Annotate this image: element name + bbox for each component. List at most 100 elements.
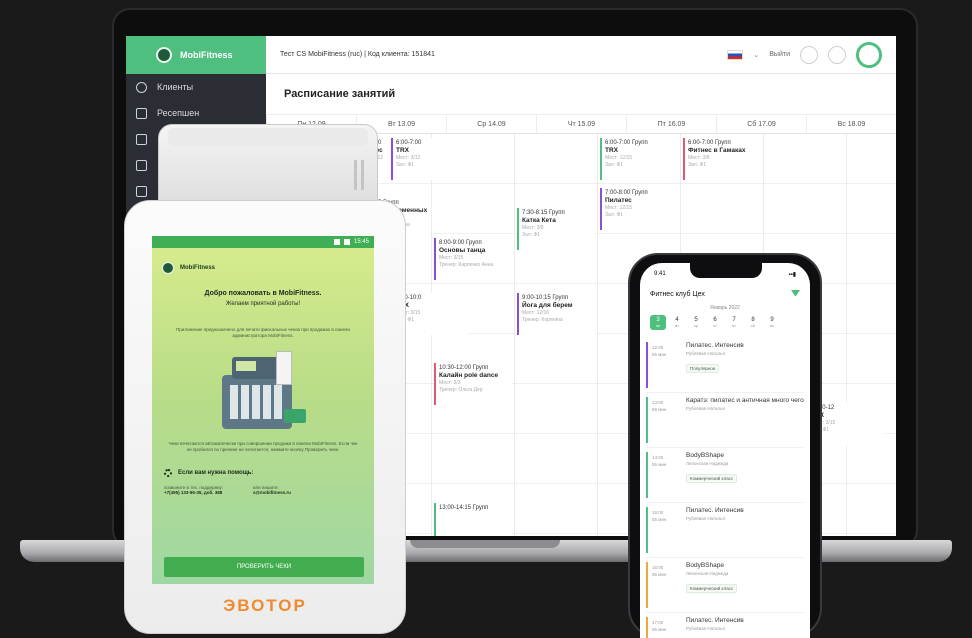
class-time-block: 17:00 55 мин: [652, 613, 686, 638]
date-chip[interactable]: 6 чт: [707, 315, 723, 330]
laptop-notch: [410, 540, 560, 548]
welcome-title: Добро пожаловать в MobiFitness.: [204, 290, 322, 297]
terminal-time: 15:45: [353, 239, 369, 245]
event-detail: Зал: Ф1: [688, 162, 707, 168]
schedule-event[interactable]: 6:00-7:00 Групп TRX Мест: 12/15 Зал: Ф1: [600, 138, 678, 180]
schedule-event[interactable]: 10:30-12:00 Групп Калайн pole dance Мест: …: [434, 363, 512, 405]
event-detail: Зал: Ф1: [522, 232, 541, 238]
filter-icon[interactable]: [791, 290, 800, 299]
class-name: BodyBShape: [686, 562, 724, 569]
class-item[interactable]: 15:00 55 мин Пилатес. Интенсив Рублёвая Нат…: [646, 503, 804, 558]
support-email[interactable]: или пишите: s@mobifitness.ru: [253, 485, 291, 495]
event-detail: Тренер: Ольга Дер: [439, 387, 483, 393]
day-header[interactable]: Ср 14.09: [446, 115, 536, 133]
class-name: Пилатес. Интенсив: [686, 342, 744, 349]
event-name: Йога для берем: [522, 302, 573, 309]
schedule-event[interactable]: 6:00-7:00 Групп Фитнес в Гамаках Мест: 3/8…: [683, 138, 761, 180]
event-seats: Мест: 3/12: [396, 155, 421, 161]
phone-notch: [690, 262, 762, 278]
date-weekday: вт: [675, 323, 679, 328]
schedule-event[interactable]: 7:30-8:15 Групп Катка Кета Мест: 3/8 Зал: Ф…: [517, 208, 595, 250]
check-receipts-button[interactable]: ПРОВЕРИТЬ ЧЕКИ: [164, 557, 364, 577]
event-name: TRX: [396, 301, 466, 310]
bank-card-icon: [284, 409, 306, 423]
sidebar-brand[interactable]: MobiFitness: [126, 36, 266, 74]
club-selector[interactable]: Фитнес клуб Цех: [640, 278, 810, 299]
class-trainer: Рублёвая Наталья: [686, 406, 725, 411]
event-name: Основы танца: [439, 247, 486, 254]
schedule-event[interactable]: 9:00-10:15 Групп Йога для берем Мест: 12/1…: [517, 293, 595, 335]
terminal-status-bar: 15:45: [152, 236, 374, 248]
date-chip[interactable]: 9 вс: [764, 315, 780, 330]
class-body: BodyBShape Лепонская Надежда Коммерческий …: [686, 448, 804, 502]
day-header[interactable]: Сб 17.09: [716, 115, 806, 133]
event-time: 13:00-14:15 Групп: [439, 505, 489, 511]
day-header[interactable]: Вс 18.09: [806, 115, 896, 133]
class-time-block: 14:00 55 мин: [652, 448, 686, 502]
club-info: Тест CS MobiFitness (ruc) | Код клиента:…: [280, 51, 435, 58]
class-name: BodyBShape: [686, 452, 724, 459]
settings-icon[interactable]: [828, 45, 846, 64]
class-item[interactable]: 12:00 55 мин Пилатес. Интенсив Рублёвая Нат…: [646, 338, 804, 393]
event-seats: Мест: 12/15: [605, 155, 633, 161]
class-body: Пилатес. Интенсив Рублёвая Наталья: [686, 503, 804, 557]
event-name: Пилатес: [605, 197, 632, 204]
receipt-slot: [168, 128, 368, 146]
terminal-brand-name: MobiFitness: [180, 265, 216, 271]
date-chip[interactable]: 4 вт: [669, 315, 685, 330]
chevron-down-icon[interactable]: ⌄: [753, 51, 759, 59]
support-phone[interactable]: позвоните в тех. поддержку: +7(495) 133-…: [164, 485, 223, 495]
class-trainer: Лепонская Надежда: [686, 461, 729, 466]
schedule-icon: [136, 133, 147, 145]
schedule-event[interactable]: 6:00-7:00 TRX Мест: 3/12 Зал: Ф1: [391, 138, 469, 180]
schedule-event[interactable]: 13:00-14:15 Групп: [434, 503, 512, 536]
sidebar-item[interactable]: Клиенты: [126, 74, 266, 100]
event-detail: Зал: Ф1: [605, 212, 624, 218]
class-item[interactable]: 16:00 55 мин BodyBShape Лепонская Надежда Ко…: [646, 558, 804, 613]
clients-icon: [136, 81, 147, 93]
event-detail: Зал: Ф1: [396, 162, 415, 168]
class-trainer: Лепонская Надежда: [686, 571, 729, 576]
class-name: Пилатес. Интенсив: [686, 507, 744, 514]
schedule-event[interactable]: 8:00-9:00 Групп Основы танца Мест: 3/15 Тре…: [434, 238, 512, 280]
schedule-event[interactable]: 7:00-8:00 Групп Пилатес Мест: 12/15 Зал: Ф1: [600, 188, 678, 230]
event-seats: Мест: 3/15: [396, 310, 421, 316]
class-item[interactable]: 14:00 55 мин BodyBShape Лепонская Надежда Ко…: [646, 448, 804, 503]
class-time-block: 13:00 55 мин: [652, 393, 686, 447]
sidebar-item-label: Ресепшен: [157, 108, 200, 118]
page-title: Расписание занятий: [284, 88, 396, 100]
class-time: 16:00: [652, 565, 664, 570]
date-chip[interactable]: 5 ср: [688, 315, 704, 330]
event-name: Катка Кета: [522, 217, 556, 224]
class-body: Каратэ: пилатес и античная много чего Руб…: [686, 393, 804, 447]
reception-icon: [136, 107, 147, 119]
language-flag-icon[interactable]: [727, 49, 744, 60]
event-seats: Мест: 12/16: [522, 310, 550, 316]
class-body: Пилатес. Интенсив Рублёвая Наталья Популяр…: [686, 338, 804, 392]
date-weekday: пт: [732, 323, 736, 328]
class-trainer: Рублёвая Наталья: [686, 351, 725, 356]
event-name: Калайн pole dance: [439, 372, 499, 379]
class-item[interactable]: 17:00 55 мин Пилатес. Интенсив Рублёвая Нат…: [646, 613, 804, 638]
date-chip[interactable]: 8 сб: [745, 315, 761, 330]
date-weekday: вс: [769, 323, 775, 328]
battery-icon: [343, 239, 350, 245]
event-name: TRX: [605, 147, 618, 154]
date-weekday: пн: [655, 323, 661, 328]
help-icon[interactable]: [800, 45, 818, 64]
sidebar-item[interactable]: Ресепшен: [126, 100, 266, 126]
class-name: Каратэ: пилатес и античная много чего: [686, 397, 804, 404]
day-header[interactable]: Чт 15.09: [536, 115, 626, 133]
date-chip[interactable]: 7 пт: [726, 315, 742, 330]
event-name: Фитнес в Гамаках: [688, 147, 746, 154]
sales-icon: [136, 159, 147, 171]
class-tag: Коммерческий класс: [686, 474, 738, 483]
class-item[interactable]: 13:00 55 мин Каратэ: пилатес и античная мн…: [646, 393, 804, 448]
day-header[interactable]: Пт 16.09: [626, 115, 716, 133]
class-time: 15:00: [652, 510, 664, 515]
evotor-logo: ЭВОТОР: [223, 596, 307, 615]
date-chip[interactable]: 3 пн: [650, 315, 666, 330]
phone-time: 9:41: [654, 271, 666, 277]
avatar[interactable]: [856, 41, 882, 68]
exit-link[interactable]: Выйти: [769, 51, 790, 58]
